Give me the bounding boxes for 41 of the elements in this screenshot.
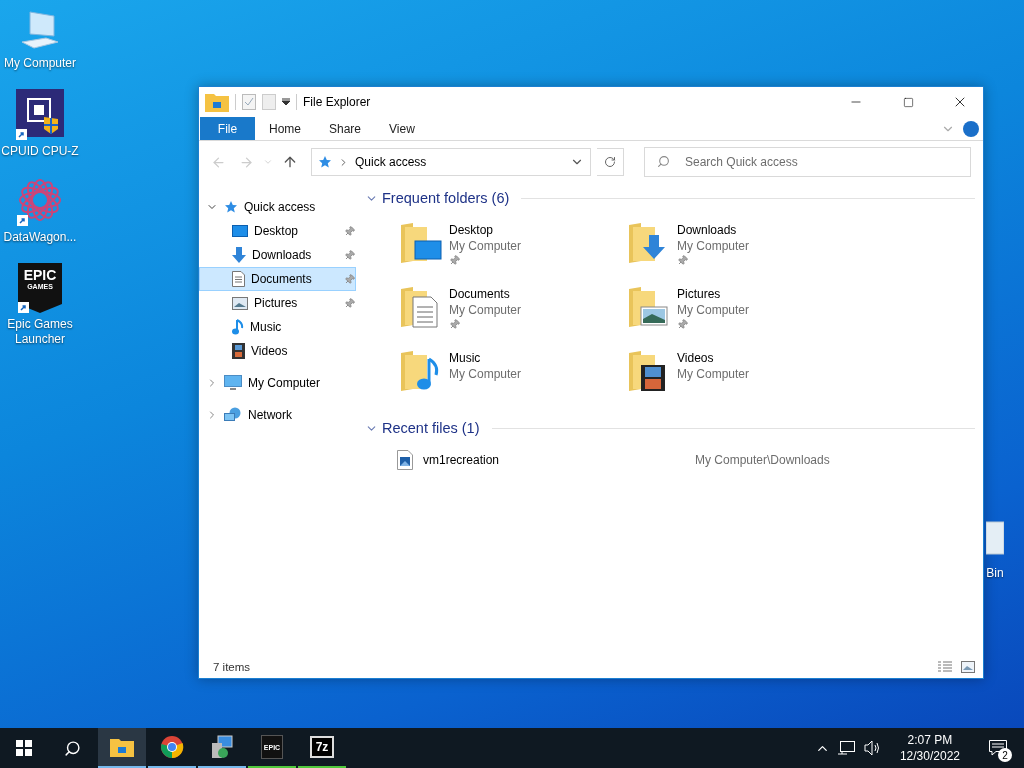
desktop-icon-label[interactable]: Epic Games Launcher (1, 317, 79, 347)
ribbon-tab[interactable]: View (375, 117, 429, 140)
taskbar-app-button[interactable]: 7z (298, 728, 346, 768)
folder-name[interactable]: Desktop (449, 223, 522, 237)
clock-time[interactable]: 2:07 PM (907, 732, 953, 748)
folder-location: My Computer (677, 303, 750, 317)
window-title: File Explorer (303, 95, 372, 109)
folder-location: My Computer (677, 239, 750, 253)
nav-item[interactable]: Quick access (199, 195, 356, 219)
item-count: 7 items (213, 661, 252, 673)
folder-name[interactable]: Downloads (677, 223, 750, 237)
clock-date[interactable]: 12/30/2022 (899, 748, 960, 764)
archive-logo: 7z (310, 736, 334, 758)
nav-item[interactable]: My Computer (199, 371, 356, 395)
notification-count: 2 (998, 748, 1012, 762)
nav-item[interactable]: Videos (199, 339, 356, 363)
nav-item[interactable]: Pictures (199, 291, 356, 315)
nav-item[interactable]: Desktop (199, 219, 356, 243)
folder-location: My Computer (677, 367, 750, 381)
search-field[interactable]: Search Quick access (644, 147, 971, 177)
address-bar[interactable]: Quick access (311, 148, 591, 176)
action-center-button[interactable]: 2 (978, 728, 1018, 768)
ribbon-tab[interactable]: Share (315, 117, 376, 140)
section-heading: Recent files (1) (382, 420, 480, 436)
file-menu-button[interactable]: File (200, 117, 255, 140)
folder-location: My Computer (449, 367, 522, 381)
desktop-icon-label[interactable]: Bin (986, 566, 1004, 581)
folder-name[interactable]: Documents (449, 287, 522, 301)
nav-item[interactable]: Music (199, 315, 356, 339)
nav-item[interactable]: Downloads (199, 243, 356, 267)
folder-name[interactable]: Music (449, 351, 522, 365)
file-name[interactable]: vm1recreation (413, 453, 695, 467)
folder-location: My Computer (449, 303, 522, 317)
ribbon-tab[interactable]: Home (255, 117, 315, 140)
nav-item[interactable]: Documents (199, 267, 356, 291)
folder-name[interactable]: Pictures (677, 287, 750, 301)
section-heading: Frequent folders (6) (382, 190, 510, 206)
folder-location: My Computer (449, 239, 522, 253)
file-path: My Computer\Downloads (695, 453, 830, 467)
folder-name[interactable]: Videos (677, 351, 750, 365)
nav-item[interactable]: Network (199, 403, 356, 427)
